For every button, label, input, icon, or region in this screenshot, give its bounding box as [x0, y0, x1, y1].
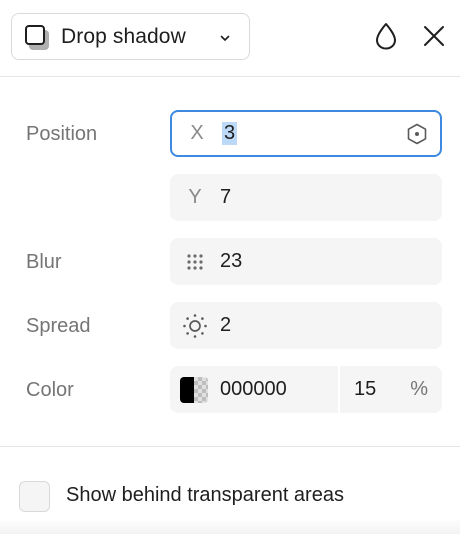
blur-label: Blur	[26, 251, 62, 273]
divider	[338, 366, 340, 413]
spread-input[interactable]: 2	[170, 302, 442, 349]
drop-shadow-icon	[24, 24, 50, 50]
position-x-input[interactable]: X 3	[170, 110, 442, 157]
x-value[interactable]: 3	[222, 122, 238, 145]
opacity-input[interactable]: 15	[354, 378, 376, 401]
close-icon	[424, 26, 444, 46]
effect-type-label: Drop shadow	[61, 24, 186, 48]
blur-dots-icon	[170, 250, 220, 273]
chevron-down-icon	[220, 35, 230, 41]
style-button[interactable]	[369, 19, 403, 53]
spread-sun-icon	[170, 313, 220, 339]
show-behind-transparent-label[interactable]: Show behind transparent areas	[66, 484, 344, 507]
blur-value[interactable]: 23	[220, 250, 242, 273]
spread-label: Spread	[26, 315, 91, 337]
spread-value[interactable]: 2	[220, 314, 231, 337]
panel-header: Drop shadow	[0, 0, 460, 77]
variable-hexagon-icon[interactable]	[406, 123, 428, 145]
blur-input[interactable]: 23	[170, 238, 442, 285]
x-prefix: X	[190, 122, 204, 144]
position-y-input[interactable]: Y 7	[170, 174, 442, 221]
percent-sign: %	[410, 378, 428, 400]
close-button[interactable]	[417, 19, 451, 53]
position-label: Position	[26, 123, 98, 145]
y-prefix: Y	[188, 186, 202, 208]
y-value[interactable]: 7	[220, 186, 231, 209]
color-swatch[interactable]	[180, 377, 208, 403]
drop-icon	[376, 23, 396, 50]
show-behind-transparent-checkbox[interactable]	[19, 481, 50, 512]
divider	[0, 446, 460, 447]
color-label: Color	[26, 379, 74, 401]
effect-type-dropdown[interactable]: Drop shadow	[11, 13, 250, 60]
bottom-edge	[0, 518, 460, 534]
color-hex-input[interactable]: 000000	[220, 378, 287, 401]
color-control: 000000 15 %	[170, 366, 442, 413]
